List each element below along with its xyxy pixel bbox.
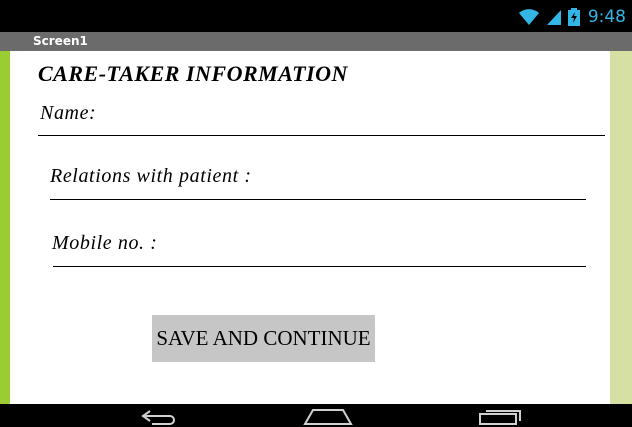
save-and-continue-button[interactable]: SAVE AND CONTINUE xyxy=(152,315,375,362)
home-icon[interactable] xyxy=(301,407,355,427)
signal-icon xyxy=(546,8,562,26)
left-accent-strip xyxy=(0,51,10,404)
name-label: Name: xyxy=(40,102,97,124)
mobile-label: Mobile no. : xyxy=(52,232,158,254)
form-container: CARE-TAKER INFORMATION Name: Relations w… xyxy=(10,51,610,404)
right-side-panel xyxy=(610,51,632,404)
app-title-bar: Screen1 xyxy=(0,32,632,51)
name-field[interactable] xyxy=(38,135,605,136)
back-icon[interactable] xyxy=(140,407,180,427)
wifi-icon xyxy=(518,8,540,26)
clock: 9:48 xyxy=(587,7,626,27)
mobile-field[interactable] xyxy=(53,266,586,267)
relations-label: Relations with patient : xyxy=(50,165,252,187)
relations-field[interactable] xyxy=(50,199,586,200)
form-heading: CARE-TAKER INFORMATION xyxy=(38,61,348,86)
screen-title: Screen1 xyxy=(33,34,88,48)
status-bar: 9:48 xyxy=(0,0,632,32)
navigation-bar xyxy=(0,404,632,427)
battery-charging-icon xyxy=(567,8,580,26)
status-icons: 9:48 xyxy=(518,6,626,28)
recent-apps-icon[interactable] xyxy=(478,407,522,427)
